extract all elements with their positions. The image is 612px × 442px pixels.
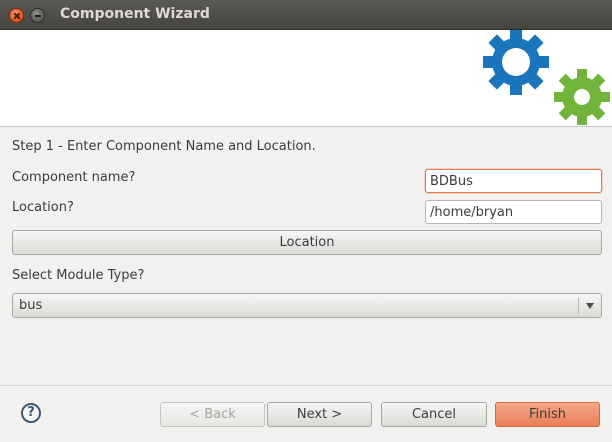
- wizard-banner: [0, 30, 612, 127]
- select-separator: [578, 298, 579, 314]
- back-button[interactable]: < Back: [160, 402, 265, 427]
- footer-divider: [0, 385, 612, 386]
- component-name-label: Component name?: [12, 170, 136, 185]
- module-type-label: Select Module Type?: [12, 268, 145, 283]
- title-bar: Component Wizard: [0, 0, 612, 30]
- module-type-value: bus: [19, 298, 43, 313]
- location-input[interactable]: [425, 200, 602, 224]
- location-button[interactable]: Location: [12, 230, 602, 255]
- close-window-button[interactable]: [9, 8, 24, 23]
- window-title: Component Wizard: [60, 6, 210, 22]
- gears-icon: [483, 30, 610, 125]
- chevron-down-icon: [586, 303, 594, 309]
- finish-button[interactable]: Finish: [495, 402, 600, 427]
- cancel-button[interactable]: Cancel: [381, 402, 487, 427]
- next-button[interactable]: Next >: [267, 402, 372, 427]
- module-type-select[interactable]: bus: [12, 293, 602, 318]
- help-icon[interactable]: ?: [21, 403, 41, 423]
- minimize-window-button[interactable]: [30, 8, 45, 23]
- step-description: Step 1 - Enter Component Name and Locati…: [12, 139, 316, 154]
- location-label: Location?: [12, 200, 74, 215]
- component-name-input[interactable]: [425, 169, 602, 193]
